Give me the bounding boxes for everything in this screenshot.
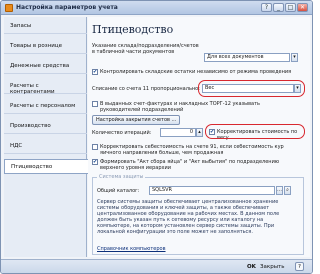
sidebar-item-label: Товары в рознице xyxy=(10,43,62,49)
iterations-stepper[interactable]: ▴ xyxy=(196,128,203,137)
stepper-icon: ▴ xyxy=(198,129,201,135)
docs-setting-select[interactable]: Для всех документов xyxy=(204,53,290,62)
sidebar-item-label: НДС xyxy=(10,143,23,149)
sidebar-item-production[interactable]: Производство xyxy=(4,119,87,134)
catalog-input[interactable]: SQLSVR xyxy=(149,186,275,195)
writeoff-label: Списание со счета 11 пропорционально: xyxy=(92,86,200,92)
sidebar-item-poultry[interactable]: Птицеводство xyxy=(4,159,88,174)
iterations-label: Количество итераций: xyxy=(92,130,152,136)
maximize-button[interactable]: □ xyxy=(285,3,296,12)
page-title: Птицеводство xyxy=(92,23,174,36)
app-icon xyxy=(5,4,13,12)
catalog-browse-button[interactable]: … xyxy=(276,186,283,195)
sidebar-item-cash[interactable]: Денежные средства xyxy=(4,59,87,74)
protection-description: Сервер системы защиты обеспечивает центр… xyxy=(97,199,280,235)
sidebar-item-personnel[interactable]: Расчеты с персоналом xyxy=(4,99,87,114)
settings-content: Птицеводство Указание склада/подразделен… xyxy=(88,17,310,257)
help-window-button[interactable]: ? xyxy=(261,3,272,12)
sidebar-item-label: Птицеводство xyxy=(11,164,53,170)
sidebar-item-label: Расчеты с контрагентами xyxy=(10,83,55,95)
chevron-down-icon: ▾ xyxy=(293,54,296,60)
sidebar-item-label: Запасы xyxy=(10,23,32,29)
sidebar-item-stocks[interactable]: Запасы xyxy=(4,19,87,34)
search-icon: ⌕ xyxy=(286,187,289,193)
sidebar-item-retail[interactable]: Товары в рознице xyxy=(4,39,87,54)
docs-setting-dropdown[interactable]: ▾ xyxy=(291,53,298,62)
correct-self-cost-checkbox[interactable] xyxy=(92,144,98,150)
act-label: Формировать "Акт сбора яйца" и "Акт выбы… xyxy=(100,159,280,171)
sidebar-item-vat[interactable]: НДС xyxy=(4,139,87,154)
ok-button[interactable]: OK xyxy=(247,262,256,272)
protection-group: Система защиты Общий каталог: SQLSVR … ⌕… xyxy=(92,174,304,255)
sidebar-item-label: Производство xyxy=(10,123,51,129)
sign-managers-checkbox[interactable] xyxy=(92,101,98,107)
footer-bar: OK Закрыть ? xyxy=(1,259,312,273)
window-title: Настройка параметров учета xyxy=(16,4,118,11)
docs-setting-label: Указание склада/подразделения/счетов в т… xyxy=(92,43,199,55)
close-button[interactable]: Закрыть xyxy=(260,262,285,272)
settings-sidebar: Запасы Товары в рознице Денежные средств… xyxy=(4,17,88,257)
iterations-input[interactable]: 0 xyxy=(160,128,196,137)
catalog-label: Общий каталог: xyxy=(97,188,140,194)
help-button[interactable]: ? xyxy=(295,262,304,271)
act-checkbox[interactable]: ✔ xyxy=(92,159,98,165)
control-stock-checkbox[interactable]: ✔ xyxy=(92,69,98,75)
close-window-button[interactable]: ✕ xyxy=(297,3,308,12)
settings-window: Настройка параметров учета ? _ □ ✕ Запас… xyxy=(0,0,313,274)
computers-directory-link[interactable]: Справочник компьютеров xyxy=(97,246,166,252)
sidebar-item-counterparties[interactable]: Расчеты с контрагентами xyxy=(4,79,87,95)
highlight-writeoff xyxy=(198,80,305,97)
catalog-search-button[interactable]: ⌕ xyxy=(284,186,291,195)
sidebar-item-label: Расчеты с персоналом xyxy=(10,103,76,109)
highlight-correct-by-weight xyxy=(205,124,305,139)
account-closing-setup-button[interactable]: Настройка закрытия счетов ... xyxy=(92,115,181,125)
minimize-button[interactable]: _ xyxy=(273,3,284,12)
sidebar-item-label: Денежные средства xyxy=(10,63,70,69)
sign-managers-label: В выданных счет-фактурах и накладных ТОР… xyxy=(100,101,260,113)
correct-self-cost-label: Корректировать себестоимость на счете 91… xyxy=(100,144,284,156)
title-bar: Настройка параметров учета ? _ □ ✕ xyxy=(1,1,312,15)
protection-group-title: Система защиты xyxy=(97,174,146,180)
ellipsis-icon: … xyxy=(277,187,282,193)
control-stock-label: Контролировать складские остатки независ… xyxy=(100,69,292,75)
